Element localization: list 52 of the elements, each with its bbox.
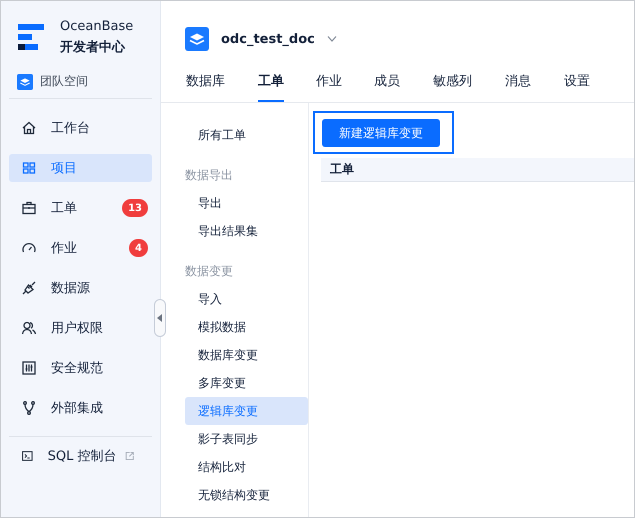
column-header: 工单: [330, 161, 354, 178]
logo-icon: [18, 22, 46, 52]
caret-icon: [157, 314, 163, 322]
nav-item[interactable]: 外部集成: [9, 394, 152, 422]
nav-item[interactable]: 项目: [9, 154, 152, 182]
nav-item[interactable]: 工单 13: [9, 194, 152, 222]
briefcase-icon: [21, 200, 37, 216]
nav-item[interactable]: 安全规范: [9, 354, 152, 382]
submenu-item[interactable]: 影子表同步: [185, 425, 308, 453]
submenu-item[interactable]: 多库变更: [185, 369, 308, 397]
submenu-item[interactable]: 结构比对: [185, 453, 308, 481]
tab[interactable]: 成员: [374, 64, 400, 102]
nav-item[interactable]: 工作台: [9, 114, 152, 142]
submenu-item[interactable]: 导出结果集: [185, 217, 308, 245]
sliders-icon: [21, 360, 37, 376]
chevron-down-icon[interactable]: [326, 36, 337, 42]
collapse-handle[interactable]: [154, 299, 166, 337]
layers-icon: [17, 74, 33, 90]
tab[interactable]: 敏感列: [433, 64, 472, 102]
count-badge: 13: [122, 199, 148, 217]
layers-icon: [185, 27, 209, 51]
submenu-item[interactable]: 无锁结构变更: [185, 481, 308, 509]
tab[interactable]: 作业: [316, 64, 342, 102]
nav-item[interactable]: 作业 4: [9, 234, 152, 262]
brand-subtitle: 开发者中心: [60, 38, 126, 56]
count-badge: 4: [129, 239, 148, 257]
plug-icon: [21, 280, 37, 296]
submenu-item[interactable]: 数据库变更: [185, 341, 308, 369]
submenu-item[interactable]: 模拟数据: [185, 313, 308, 341]
home-icon: [21, 120, 37, 136]
submenu-heading: 数据变更: [185, 262, 234, 280]
tab[interactable]: 数据库: [186, 64, 225, 102]
nav-item[interactable]: 数据源: [9, 274, 152, 302]
external-link-icon: [124, 450, 134, 462]
sql-console-link[interactable]: SQL 控制台: [9, 442, 152, 470]
submenu-item[interactable]: 逻辑库变更: [185, 397, 308, 425]
new-logical-db-change-button[interactable]: 新建逻辑库变更: [322, 119, 440, 147]
submenu-item[interactable]: 导入: [185, 285, 308, 313]
users-icon: [21, 320, 37, 336]
branch-icon: [21, 400, 37, 416]
tab[interactable]: 设置: [564, 64, 590, 102]
terminal-icon: [21, 448, 34, 464]
team-space-label[interactable]: 团队空间: [40, 73, 88, 90]
grid-icon: [21, 160, 37, 176]
submenu-item[interactable]: 导出: [185, 189, 308, 217]
submenu-heading: 数据导出: [185, 166, 234, 184]
tab[interactable]: 工单: [258, 64, 284, 102]
brand-name: OceanBase: [60, 18, 134, 34]
project-name: odc_test_doc: [221, 32, 315, 46]
nav-item[interactable]: 用户权限: [9, 314, 152, 342]
submenu-item[interactable]: 所有工单: [185, 121, 308, 149]
tab[interactable]: 消息: [505, 64, 531, 102]
